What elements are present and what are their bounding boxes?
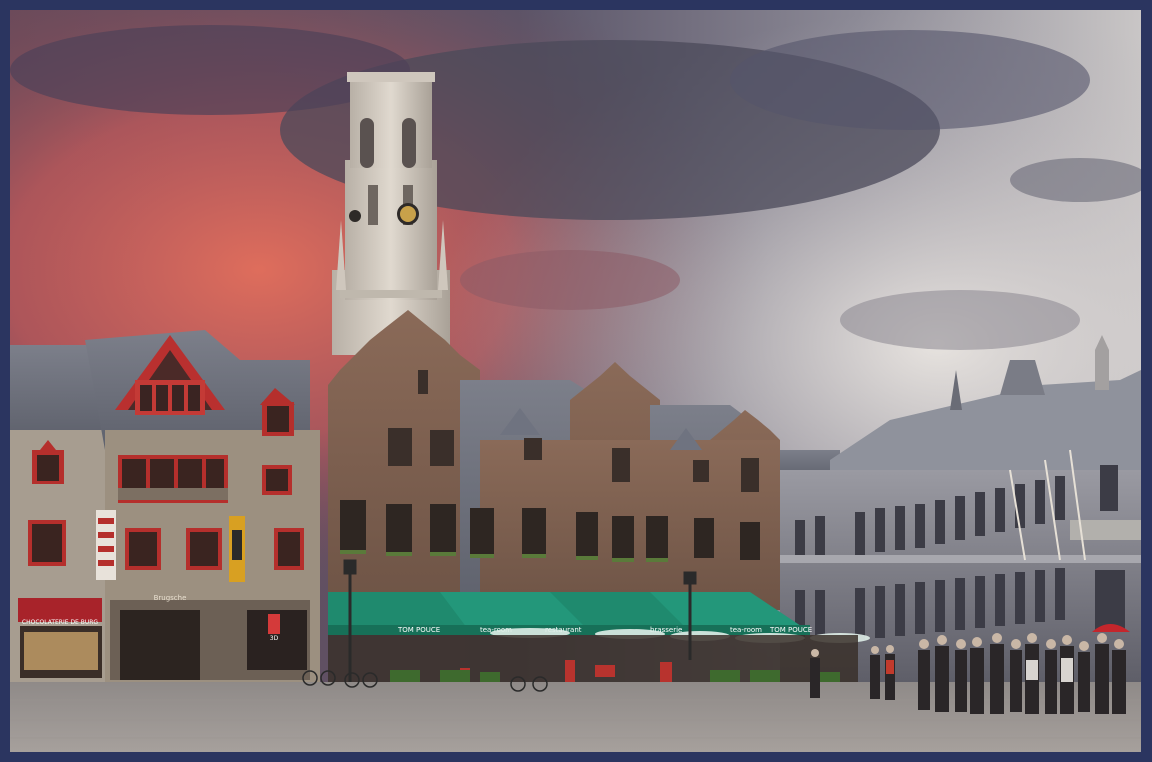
photograph: CHOCOLATERIE DE BURG 3D Brugsche TOM POU… [10,10,1141,752]
awning-label: TOM POUCE [397,626,440,634]
info-sign: 3D [270,635,279,642]
photo-frame: CHOCOLATERIE DE BURG 3D Brugsche TOM POU… [0,0,1152,762]
burg-square-scene: CHOCOLATERIE DE BURG 3D Brugsche TOM POU… [10,10,1141,752]
left-house: CHOCOLATERIE DE BURG 3D Brugsche [10,330,320,685]
awning-label: tea-room [730,626,762,634]
shop-sign: CHOCOLATERIE DE BURG [22,619,99,626]
shop-sign-2: Brugsche [154,594,187,602]
awning-label: TOM POUCE [769,626,812,634]
